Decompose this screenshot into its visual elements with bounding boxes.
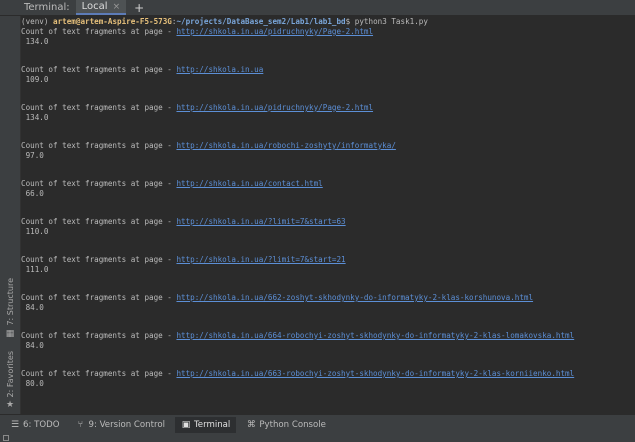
output-label: Count of text fragments at page - [21, 65, 177, 74]
output-url-link[interactable]: http://shkola.in.ua/pidruchnyky/Page-2.h… [176, 27, 373, 36]
terminal-tool-window-header: Terminal: Local × + [0, 0, 635, 16]
output-value: 97.0 [21, 151, 44, 160]
terminal-icon: ▣ [181, 420, 191, 430]
star-icon: ★ [5, 400, 15, 411]
output-line: Count of text fragments at page - http:/… [21, 179, 635, 189]
output-value: 66.0 [21, 189, 44, 198]
tab-version-control-label: 9: Version Control [88, 420, 166, 430]
close-icon[interactable]: × [113, 2, 121, 12]
output-url-link[interactable]: http://shkola.in.ua/664-robochyi-zoshyt-… [176, 331, 574, 340]
output-url-link[interactable]: http://shkola.in.ua/robochi-zoshyty/info… [176, 141, 395, 150]
output-line: Count of text fragments at page - http:/… [21, 217, 635, 227]
output-value: 110.0 [21, 227, 49, 236]
terminal-title: Terminal: [24, 2, 70, 13]
output-line: Count of text fragments at page - http:/… [21, 27, 635, 37]
python-console-icon: ⌘ [246, 420, 256, 430]
output-value: 80.0 [21, 379, 44, 388]
output-url-link[interactable]: http://shkola.in.ua [176, 65, 263, 74]
output-value: 109.0 [21, 75, 49, 84]
output-value: 84.0 [21, 341, 44, 350]
output-value: 134.0 [21, 113, 49, 122]
structure-icon: ▦ [5, 328, 15, 339]
tab-python-console[interactable]: ⌘ Python Console [240, 417, 332, 433]
venv-label: (venv) [21, 17, 54, 26]
output-url-link[interactable]: http://shkola.in.ua/?limit=7&start=21 [176, 255, 345, 264]
todo-icon: ☰ [10, 420, 20, 430]
version-control-icon: ⑂ [77, 420, 84, 430]
output-label: Count of text fragments at page - [21, 255, 177, 264]
tab-version-control[interactable]: ⑂ 9: Version Control [70, 417, 172, 433]
output-label: Count of text fragments at page - [21, 331, 177, 340]
output-line: Count of text fragments at page - http:/… [21, 369, 635, 379]
tab-local-label: Local [81, 1, 108, 12]
structure-tab[interactable]: 7: Structure ▦ [2, 278, 18, 339]
output-url-link[interactable]: http://shkola.in.ua/?limit=7&start=63 [176, 217, 345, 226]
tab-todo-label: 6: TODO [23, 420, 60, 430]
output-url-link[interactable]: http://shkola.in.ua/663-robochyi-zoshyt-… [176, 369, 574, 378]
left-tool-strip: 7: Structure ▦ 2: Favorites ★ [0, 16, 21, 414]
tab-todo[interactable]: ☰ 6: TODO [4, 417, 66, 433]
favorites-tab-label: 2: Favorites [5, 351, 15, 398]
output-label: Count of text fragments at page - [21, 217, 177, 226]
structure-tab-label: 7: Structure [5, 278, 15, 326]
prompt-command: $ python3 Task1.py [345, 17, 428, 26]
tab-python-console-label: Python Console [259, 420, 326, 430]
output-label: Count of text fragments at page - [21, 141, 177, 150]
output-line: Count of text fragments at page - http:/… [21, 331, 635, 341]
output-line: Count of text fragments at page - http:/… [21, 65, 635, 75]
output-line: Count of text fragments at page - http:/… [21, 141, 635, 151]
favorites-tab[interactable]: 2: Favorites ★ [2, 351, 18, 410]
output-url-link[interactable]: http://shkola.in.ua/pidruchnyky/Page-2.h… [176, 103, 373, 112]
prompt-line: (venv) artem@artem-Aspire-F5-573G:~/proj… [21, 17, 635, 27]
output-entries: Count of text fragments at page - http:/… [21, 27, 635, 389]
output-url-link[interactable]: http://shkola.in.ua/662-zoshyt-skhodynky… [176, 293, 533, 302]
output-line: Count of text fragments at page - http:/… [21, 293, 635, 303]
output-value: 111.0 [21, 265, 49, 274]
output-label: Count of text fragments at page - [21, 103, 177, 112]
tab-terminal-label: Terminal [194, 420, 231, 430]
tab-terminal[interactable]: ▣ Terminal [175, 417, 237, 433]
status-icon[interactable] [3, 435, 9, 441]
output-label: Count of text fragments at page - [21, 293, 177, 302]
terminal-output[interactable]: (venv) artem@artem-Aspire-F5-573G:~/proj… [21, 17, 635, 413]
output-value: 134.0 [21, 37, 49, 46]
tab-local[interactable]: Local × [75, 0, 127, 15]
output-label: Count of text fragments at page - [21, 27, 177, 36]
prompt-path: ~/projects/DataBase_sem2/Lab1/lab1_bd [176, 17, 346, 26]
add-tab-icon[interactable]: + [134, 1, 144, 15]
output-line: Count of text fragments at page - http:/… [21, 103, 635, 113]
output-line: Count of text fragments at page - http:/… [21, 255, 635, 265]
output-url-link[interactable]: http://shkola.in.ua/contact.html [176, 179, 322, 188]
output-value: 84.0 [21, 303, 44, 312]
status-bar [0, 435, 635, 442]
bottom-tool-bar: ☰ 6: TODO ⑂ 9: Version Control ▣ Termina… [0, 414, 635, 442]
prompt-user: artem@artem-Aspire-F5-573G [53, 17, 172, 26]
output-label: Count of text fragments at page - [21, 179, 177, 188]
output-label: Count of text fragments at page - [21, 369, 177, 378]
